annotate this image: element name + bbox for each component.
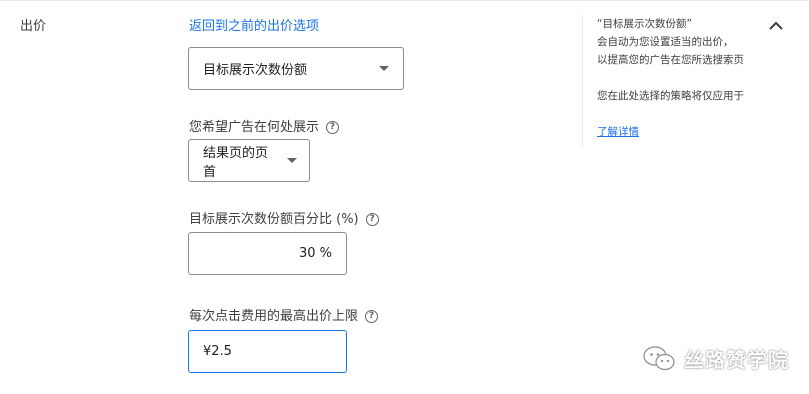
impression-share-percent-label-text: 目标展示次数份额百分比 (%) <box>189 212 359 227</box>
info-panel: “目标展示次数份额” 会自动为您设置适当的出价， 以提高您的广告在您所选搜索页 … <box>597 15 753 141</box>
ad-location-label: 您希望广告在何处展示? <box>189 116 340 135</box>
info-line: 您在此处选择的策略将仅应用于 <box>597 90 744 102</box>
triangle-down-icon <box>379 66 389 71</box>
bid-strategy-select[interactable]: 目标展示次数份额 <box>188 47 404 90</box>
info-title: “目标展示次数份额” <box>597 18 692 30</box>
top-divider <box>0 0 809 1</box>
section-label: 出价 <box>20 19 47 34</box>
chevron-up-icon[interactable] <box>766 16 786 36</box>
ad-location-select[interactable]: 结果页的页首 <box>188 139 310 182</box>
help-circle-icon[interactable]: ? <box>365 213 379 226</box>
impression-share-percent-input[interactable]: 30 % <box>188 232 347 275</box>
back-to-previous-bid-options-link[interactable]: 返回到之前的出价选项 <box>189 15 319 34</box>
max-cpc-input[interactable]: ¥2.5 <box>188 330 347 373</box>
bid-strategy-value: 目标展示次数份额 <box>203 63 308 78</box>
max-cpc-label: 每次点击费用的最高出价上限? <box>189 305 379 324</box>
impression-share-percent-label: 目标展示次数份额百分比 (%)? <box>189 208 379 227</box>
wechat-icon <box>643 345 675 370</box>
info-line: 会自动为您设置适当的出价， <box>597 36 734 48</box>
info-line: 以提高您的广告在您所选搜索页 <box>597 54 744 66</box>
help-circle-icon[interactable]: ? <box>365 310 379 323</box>
max-cpc-value: ¥2.5 <box>203 344 232 359</box>
watermark-text: 丝路赞学院 <box>684 348 789 372</box>
info-panel-divider <box>582 15 583 148</box>
help-circle-icon[interactable]: ? <box>326 121 340 134</box>
ad-location-label-text: 您希望广告在何处展示 <box>189 120 320 135</box>
triangle-down-icon <box>287 158 297 163</box>
learn-more-link[interactable]: 了解详情 <box>597 123 753 141</box>
ad-location-value: 结果页的页首 <box>203 145 269 180</box>
max-cpc-label-text: 每次点击费用的最高出价上限 <box>189 309 359 324</box>
watermark: 丝路赞学院 <box>642 344 789 373</box>
impression-share-percent-value: 30 % <box>298 246 332 261</box>
